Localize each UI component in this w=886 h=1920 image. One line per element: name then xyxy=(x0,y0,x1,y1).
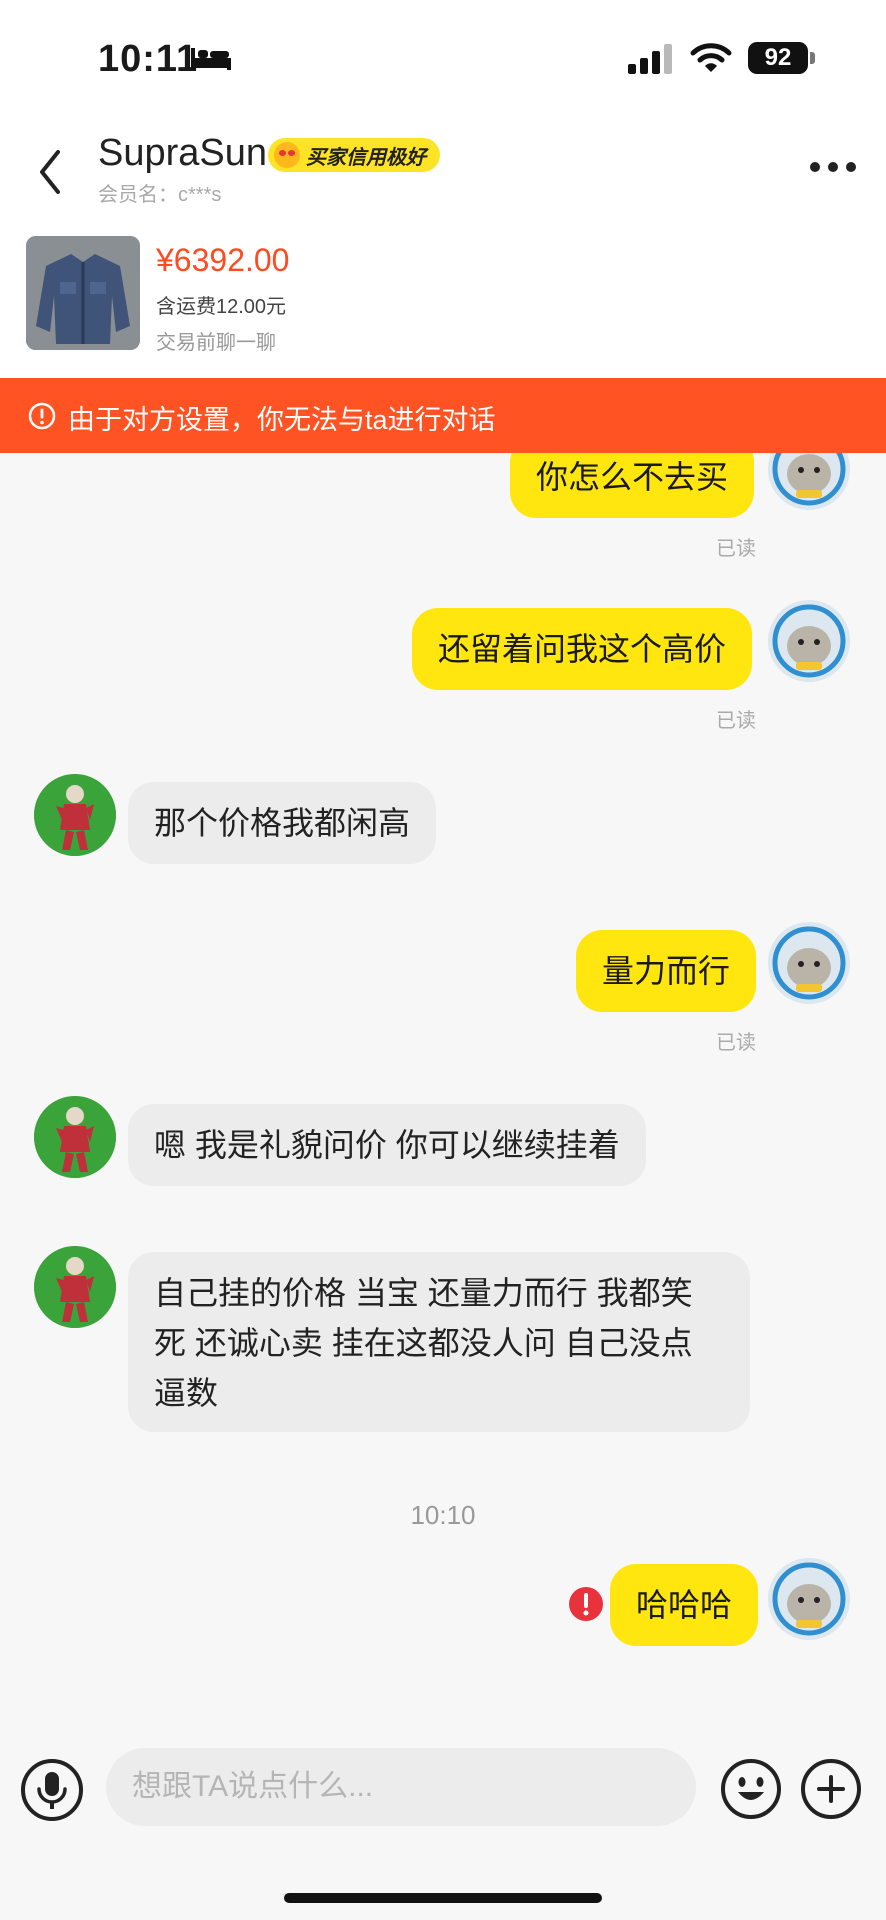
cat-avatar-icon xyxy=(768,922,850,1004)
my-avatar[interactable] xyxy=(768,922,850,1004)
info-icon xyxy=(28,402,56,430)
message-input-bar xyxy=(0,1720,886,1920)
emoji-icon[interactable] xyxy=(720,1758,782,1820)
message-text: 那个价格我都闲高 xyxy=(154,805,411,841)
chat-header: SupraSun 买家信用极好 会员名：c***s ¥6392.00 含运费12… xyxy=(0,120,886,380)
joker-avatar-icon xyxy=(34,774,116,856)
contact-avatar[interactable] xyxy=(34,1246,116,1328)
message-text-line: 逼数 xyxy=(154,1375,219,1411)
status-time: 10:11 xyxy=(98,38,199,80)
credit-badge: 买家信用极好 xyxy=(268,138,440,172)
joker-avatar-icon xyxy=(34,1246,116,1328)
read-receipt: 已读 xyxy=(716,710,756,732)
back-arrow-icon[interactable] xyxy=(30,142,70,202)
add-attachment-icon[interactable] xyxy=(800,1758,862,1820)
message-text: 哈哈哈 xyxy=(636,1587,733,1623)
shipping-fee: 含运费12.00元 xyxy=(156,296,287,318)
more-options-icon[interactable] xyxy=(808,160,858,174)
pre-trade-chat-label: 交易前聊一聊 xyxy=(156,332,276,354)
message-bubble-outgoing[interactable]: 哈哈哈 xyxy=(610,1564,759,1646)
battery-level: 92 xyxy=(764,44,792,71)
message-timestamp: 10:10 xyxy=(410,1500,476,1530)
seller-name[interactable]: SupraSun xyxy=(98,132,267,175)
message-text: 还留着问我这个高价 xyxy=(438,631,727,667)
status-bar: 10:11 92 xyxy=(0,0,886,120)
credit-badge-label: 买家信用极好 xyxy=(306,146,426,169)
battery-tip xyxy=(810,52,815,64)
cat-avatar-icon xyxy=(768,600,850,682)
battery-indicator: 92 xyxy=(748,42,808,74)
cellular-signal-icon xyxy=(628,44,672,74)
message-text: 量力而行 xyxy=(602,953,731,989)
message-bubble-incoming[interactable]: 自己挂的价格 当宝 还量力而行 我都笑 死 还诚心卖 挂在这都没人问 自己没点 … xyxy=(128,1252,750,1432)
heart-eyes-emoji-icon xyxy=(274,142,300,168)
message-bubble-incoming[interactable]: 嗯 我是礼貌问价 你可以继续挂着 xyxy=(128,1104,646,1186)
sleep-mode-icon xyxy=(191,48,231,70)
home-indicator[interactable] xyxy=(284,1893,602,1903)
my-avatar[interactable] xyxy=(768,600,850,682)
contact-avatar[interactable] xyxy=(34,774,116,856)
message-text-line: 自己挂的价格 当宝 还量力而行 我都笑 xyxy=(154,1275,693,1311)
message-text-line: 死 还诚心卖 挂在这都没人问 自己没点 xyxy=(154,1325,693,1361)
joker-avatar-icon xyxy=(34,1096,116,1178)
message-text: 你怎么不去买 xyxy=(536,459,729,495)
message-bubble-incoming[interactable]: 那个价格我都闲高 xyxy=(128,782,437,864)
denim-jacket-image xyxy=(26,236,140,350)
voice-input-icon[interactable] xyxy=(20,1758,84,1822)
read-receipt: 已读 xyxy=(716,1032,756,1054)
my-avatar[interactable] xyxy=(768,1558,850,1640)
chat-restricted-banner: 由于对方设置，你无法与ta进行对话 xyxy=(0,378,886,453)
product-thumbnail[interactable] xyxy=(26,236,140,350)
banner-text: 由于对方设置，你无法与ta进行对话 xyxy=(68,405,496,435)
cat-avatar-icon xyxy=(768,1558,850,1640)
wifi-icon xyxy=(690,43,732,72)
read-receipt: 已读 xyxy=(716,538,756,560)
send-failed-icon[interactable] xyxy=(568,1586,604,1622)
message-bubble-outgoing[interactable]: 还留着问我这个高价 xyxy=(412,608,753,690)
product-price: ¥6392.00 xyxy=(156,242,290,278)
message-bubble-outgoing[interactable]: 量力而行 xyxy=(576,930,757,1012)
message-input[interactable] xyxy=(106,1748,696,1826)
contact-avatar[interactable] xyxy=(34,1096,116,1178)
message-text: 嗯 我是礼貌问价 你可以继续挂着 xyxy=(154,1127,620,1163)
member-name-label: 会员名：c***s xyxy=(98,184,222,206)
